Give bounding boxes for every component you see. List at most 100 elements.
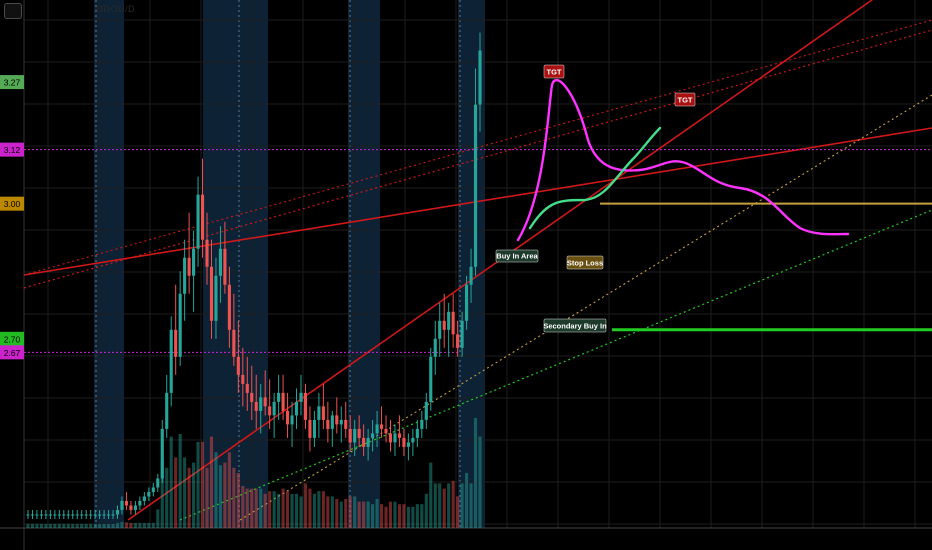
volume-bar xyxy=(339,501,343,528)
candle-body xyxy=(57,514,61,516)
volume-bar xyxy=(438,483,442,528)
volume-bar xyxy=(147,522,151,528)
buy-in-area-label: Buy In Area xyxy=(496,252,538,261)
volume-bar xyxy=(473,418,478,528)
candle-body xyxy=(106,514,111,516)
candle-body xyxy=(174,329,178,357)
volume-bar xyxy=(317,491,321,528)
fib-dotted-orange xyxy=(239,94,932,521)
candle-body xyxy=(133,505,137,510)
candle-body xyxy=(178,293,182,357)
candle-body xyxy=(44,514,48,516)
volume-bar xyxy=(388,501,393,528)
projection-path-green xyxy=(528,126,662,230)
volume-bar xyxy=(75,523,79,528)
volume-bar xyxy=(348,496,352,528)
candle-body xyxy=(433,338,437,357)
candle-body xyxy=(71,514,75,516)
volume-bar xyxy=(285,491,290,528)
volume-bar xyxy=(192,462,196,528)
candle-body xyxy=(200,194,205,240)
candle-body xyxy=(294,401,299,416)
candle-body xyxy=(187,257,191,276)
candle-body xyxy=(478,50,482,105)
candle-body xyxy=(30,514,35,516)
candle-body xyxy=(26,514,30,516)
candle-body xyxy=(393,433,397,443)
volume-bar xyxy=(268,491,272,528)
volume-bar xyxy=(384,506,388,528)
candle-body xyxy=(80,514,84,516)
candle-body xyxy=(303,392,308,420)
volume-bar xyxy=(254,488,258,528)
candle-body xyxy=(250,392,254,402)
price-marker-2: 3.00 xyxy=(4,199,21,209)
candle-body xyxy=(53,514,57,516)
volume-bar xyxy=(133,522,137,528)
volume-bar xyxy=(223,462,227,528)
candle-body xyxy=(371,433,375,438)
volume-bar xyxy=(465,473,469,528)
volume-bar xyxy=(303,483,308,528)
candle-body xyxy=(147,491,151,497)
menu-icon[interactable] xyxy=(4,3,22,19)
volume-bar xyxy=(442,488,446,528)
chart-stage: TGT TGT Buy In Area Stop Loss Secondary Buy … xyxy=(0,0,932,550)
volume-bar xyxy=(102,523,106,528)
volume-bar xyxy=(397,504,402,528)
candle-body xyxy=(98,514,102,516)
candle-body xyxy=(35,514,39,516)
volume-bar xyxy=(200,441,205,528)
volume-bar xyxy=(272,491,276,528)
volume-bar xyxy=(259,488,263,528)
volume-bar xyxy=(379,504,384,528)
price-chart[interactable]: TGT TGT Buy In Area Stop Loss Secondary Buy … xyxy=(0,0,932,550)
candle-body xyxy=(138,500,142,506)
volume-bar xyxy=(460,483,464,528)
candle-body xyxy=(66,514,70,516)
candle-body xyxy=(397,433,402,438)
volume-bar xyxy=(39,523,43,528)
volume-bar xyxy=(26,523,30,528)
volume-bar xyxy=(424,493,428,528)
candle-body xyxy=(379,424,384,429)
volume-bar xyxy=(138,522,142,528)
secondary-buy-label: Secondary Buy In xyxy=(543,322,607,331)
volume-bar xyxy=(420,504,424,528)
candle-body xyxy=(420,419,424,429)
candle-body xyxy=(388,433,393,443)
candle-body xyxy=(232,329,236,357)
candle-body xyxy=(120,500,124,510)
volume-bar xyxy=(227,452,231,528)
candle-body xyxy=(429,356,433,402)
candle-body xyxy=(384,428,388,434)
candle-body xyxy=(259,397,263,411)
volume-bar xyxy=(178,434,182,528)
volume-bar xyxy=(277,493,281,528)
volume-bar xyxy=(375,499,379,528)
candle-body xyxy=(438,320,442,339)
candle-body xyxy=(209,266,214,321)
volume-bar xyxy=(187,467,191,528)
candle-body xyxy=(192,248,196,276)
volume-bar xyxy=(98,523,102,528)
price-marker-4: 2.67 xyxy=(4,348,21,358)
volume-bar xyxy=(71,523,75,528)
candle-body xyxy=(129,505,133,510)
candle-body xyxy=(469,266,473,285)
candle-body xyxy=(254,401,258,411)
volume-bar xyxy=(299,496,303,528)
volume-bar xyxy=(469,483,473,528)
tgt-label-1: TGT xyxy=(547,68,562,77)
volume-bar xyxy=(66,523,70,528)
volume-bar xyxy=(209,436,214,528)
volume-bar xyxy=(366,501,370,528)
candle-body xyxy=(406,442,410,447)
volume-bar xyxy=(362,501,366,528)
volume-bar xyxy=(156,509,160,528)
candle-body xyxy=(214,275,218,321)
volume-bar xyxy=(357,501,361,528)
volume-bar xyxy=(353,496,357,528)
candle-body xyxy=(236,356,240,375)
candle-body xyxy=(357,428,361,438)
